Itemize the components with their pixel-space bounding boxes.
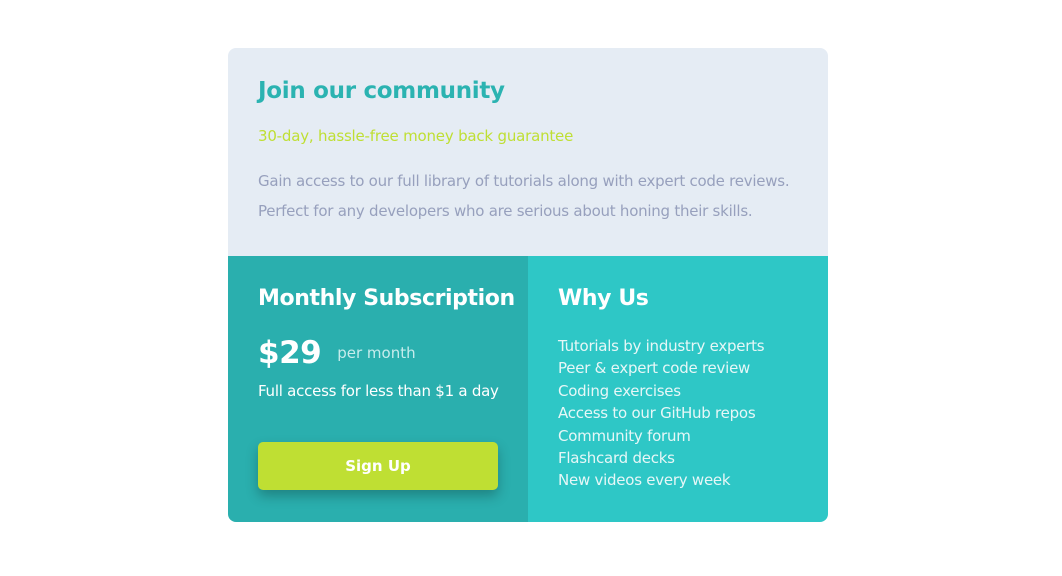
subscription-section: Monthly Subscription $29 per month Full … (228, 256, 528, 522)
price-period: per month (337, 344, 416, 362)
feature-item: Community forum (558, 426, 691, 445)
feature-item: Flashcard decks (558, 449, 675, 468)
price-block: $29 per month (258, 335, 416, 371)
community-description: Gain access to our full library of tutor… (258, 166, 798, 226)
description-line: Gain access to our full library of tutor… (258, 172, 790, 190)
feature-item: Tutorials by industry experts (558, 337, 765, 355)
sign-up-button[interactable]: Sign Up (258, 442, 498, 490)
description-line: Perfect for any developers who are serio… (258, 202, 753, 220)
guarantee-text: 30-day, hassle-free money back guarantee (258, 127, 574, 145)
feature-item: Peer & expert code review (558, 359, 751, 378)
pricing-card: Join our community 30-day, hassle-free m… (228, 48, 828, 522)
community-section: Join our community 30-day, hassle-free m… (228, 48, 828, 256)
feature-item: Coding exercises (558, 381, 681, 400)
subscription-tagline: Full access for less than $1 a day (258, 382, 499, 400)
why-us-title: Why Us (558, 286, 649, 311)
subscription-title: Monthly Subscription (258, 286, 515, 311)
features-list: Tutorials by industry experts Peer & exp… (558, 335, 765, 492)
why-us-section: Why Us Tutorials by industry experts Pee… (528, 256, 828, 522)
price-amount: $29 (258, 335, 322, 371)
feature-item: New videos every week (558, 471, 731, 490)
community-title: Join our community (258, 78, 505, 104)
feature-item: Access to our GitHub repos (558, 404, 756, 423)
